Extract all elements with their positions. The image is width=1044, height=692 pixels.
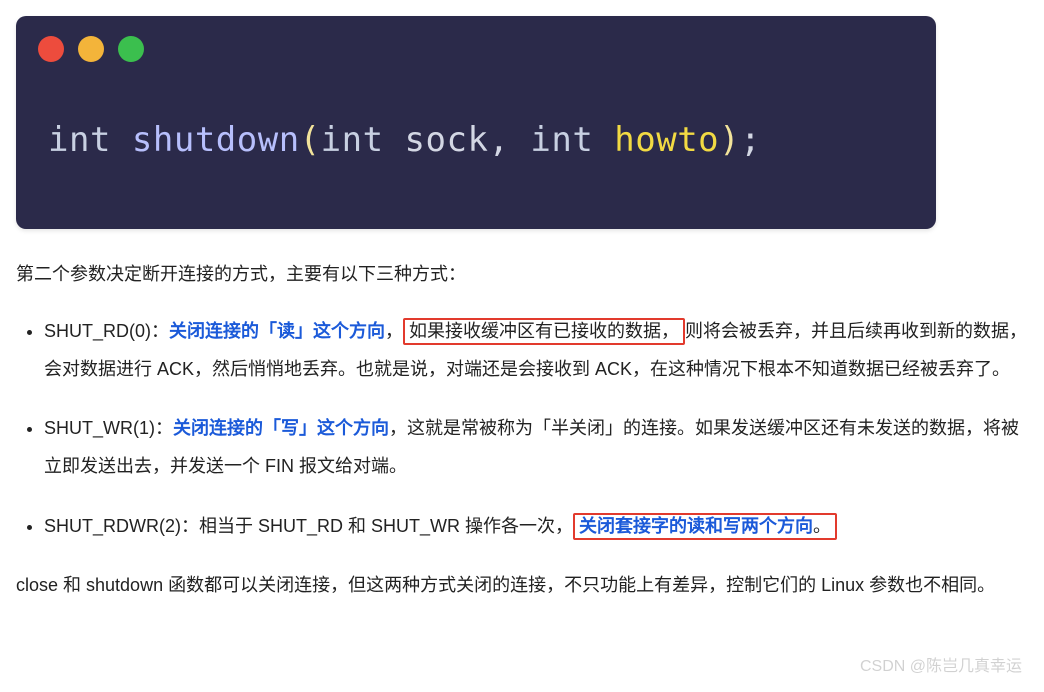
code-paren-close: ) (719, 120, 740, 160)
code-ret-type: int (48, 120, 111, 160)
highlight-box: 关闭套接字的读和写两个方向。 (573, 513, 837, 540)
zoom-dot-icon (118, 36, 144, 62)
bullet-prefix: SHUT_WR(1)： (44, 418, 173, 438)
bullet-emphasis: 关闭连接的「写」这个方向 (173, 418, 389, 438)
window-traffic-lights (16, 16, 936, 68)
code-semicolon: ; (740, 120, 761, 160)
outro-paragraph: close 和 shutdown 函数都可以关闭连接，但这两种方式关闭的连接，不… (16, 568, 1028, 602)
code-paren-open: ( (300, 120, 321, 160)
bullet-list: SHUT_RD(0)：关闭连接的「读」这个方向，如果接收缓冲区有已接收的数据，则… (16, 313, 1028, 546)
watermark-text: CSDN @陈岂几真幸运 (860, 652, 1022, 682)
close-dot-icon (38, 36, 64, 62)
minimize-dot-icon (78, 36, 104, 62)
bullet-prefix: SHUT_RD(0)： (44, 321, 169, 341)
bullet-prefix: SHUT_RDWR(2)：相当于 SHUT_RD 和 SHUT_WR 操作各一次… (44, 516, 573, 536)
code-func-name: shutdown (132, 120, 300, 160)
highlight-box: 如果接收缓冲区有已接收的数据， (403, 318, 685, 345)
list-item: SHUT_WR(1)：关闭连接的「写」这个方向，这就是常被称为「半关闭」的连接。… (44, 410, 1028, 486)
code-line: int shutdown(int sock, int howto); (48, 108, 904, 173)
intro-paragraph: 第二个参数决定断开连接的方式，主要有以下三种方式： (16, 257, 1028, 291)
code-arg1-type: int (321, 120, 384, 160)
code-arg2-name: howto (614, 120, 719, 160)
bullet-emphasis: 关闭套接字的读和写两个方向 (579, 516, 813, 536)
code-body: int shutdown(int sock, int howto); (16, 68, 936, 229)
code-arg1-name: sock (384, 120, 489, 160)
list-item: SHUT_RDWR(2)：相当于 SHUT_RD 和 SHUT_WR 操作各一次… (44, 508, 1028, 546)
code-arg2-type: int (530, 120, 593, 160)
code-card: int shutdown(int sock, int howto); (16, 16, 936, 229)
bullet-emphasis: 关闭连接的「读」这个方向 (169, 321, 385, 341)
list-item: SHUT_RD(0)：关闭连接的「读」这个方向，如果接收缓冲区有已接收的数据，则… (44, 313, 1028, 389)
